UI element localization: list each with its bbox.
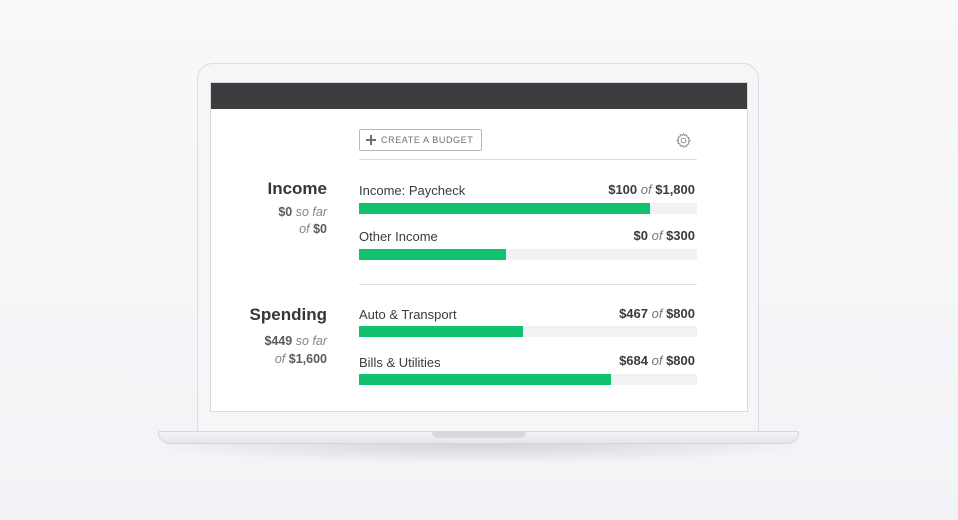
of-text: of [640,182,652,197]
budget-row-label[interactable]: Income: Paycheck [359,183,465,198]
spending-total-amount: $1,600 [288,352,327,366]
create-budget-button[interactable]: CREATE A BUDGET [359,129,483,151]
budget-row-amount: $100 of $1,800 [608,182,695,197]
plus-icon [366,135,376,145]
spending-of-text: of [274,352,286,366]
spending-total: of $1,600 [275,351,327,368]
income-so-far-text: so far [295,205,327,219]
spending-so-far-amount: $449 [264,334,293,348]
of-text: of [651,306,663,321]
income-title: Income [267,179,327,198]
limit-amount: $800 [666,306,695,321]
income-of-text: of [299,222,310,236]
laptop-screen: CREATE A BUDGET Income $0 so far of $0 I… [210,82,748,412]
income-total: of $0 [299,221,327,238]
laptop-shadow [166,444,792,462]
laptop-notch [432,432,526,438]
budget-row-amount: $684 of $800 [619,353,695,368]
of-text: of [651,228,663,243]
create-budget-label: CREATE A BUDGET [381,135,474,145]
laptop-base [158,431,799,444]
progress-fill [359,203,650,214]
spent-amount: $684 [619,353,648,368]
progress-fill [359,326,523,337]
income-so-far-amount: $0 [278,205,293,219]
spending-title: Spending [249,305,327,324]
spent-amount: $467 [619,306,648,321]
progress-fill [359,249,507,260]
spending-so-far-text: so far [295,334,327,348]
progress-bar[interactable] [359,249,697,260]
progress-bar[interactable] [359,374,697,385]
spending-so-far: $449 so far [264,333,327,350]
progress-bar[interactable] [359,203,697,214]
progress-fill [359,374,611,385]
gear-icon[interactable] [675,132,692,149]
progress-bar[interactable] [359,326,697,337]
spent-amount: $0 [633,228,648,243]
limit-amount: $1,800 [655,182,695,197]
budget-row-label[interactable]: Bills & Utilities [359,355,441,370]
header-divider [359,159,697,160]
budget-row-amount: $0 of $300 [634,228,695,243]
limit-amount: $800 [666,353,695,368]
of-text: of [651,353,663,368]
section-divider [359,284,697,285]
income-total-amount: $0 [313,222,327,236]
budget-row-amount: $467 of $800 [619,306,695,321]
budget-row-label[interactable]: Auto & Transport [359,307,457,322]
app-top-bar [211,83,747,109]
income-so-far: $0 so far [278,204,327,221]
spent-amount: $100 [608,182,638,197]
budget-row-label[interactable]: Other Income [359,229,438,244]
limit-amount: $300 [666,228,695,243]
